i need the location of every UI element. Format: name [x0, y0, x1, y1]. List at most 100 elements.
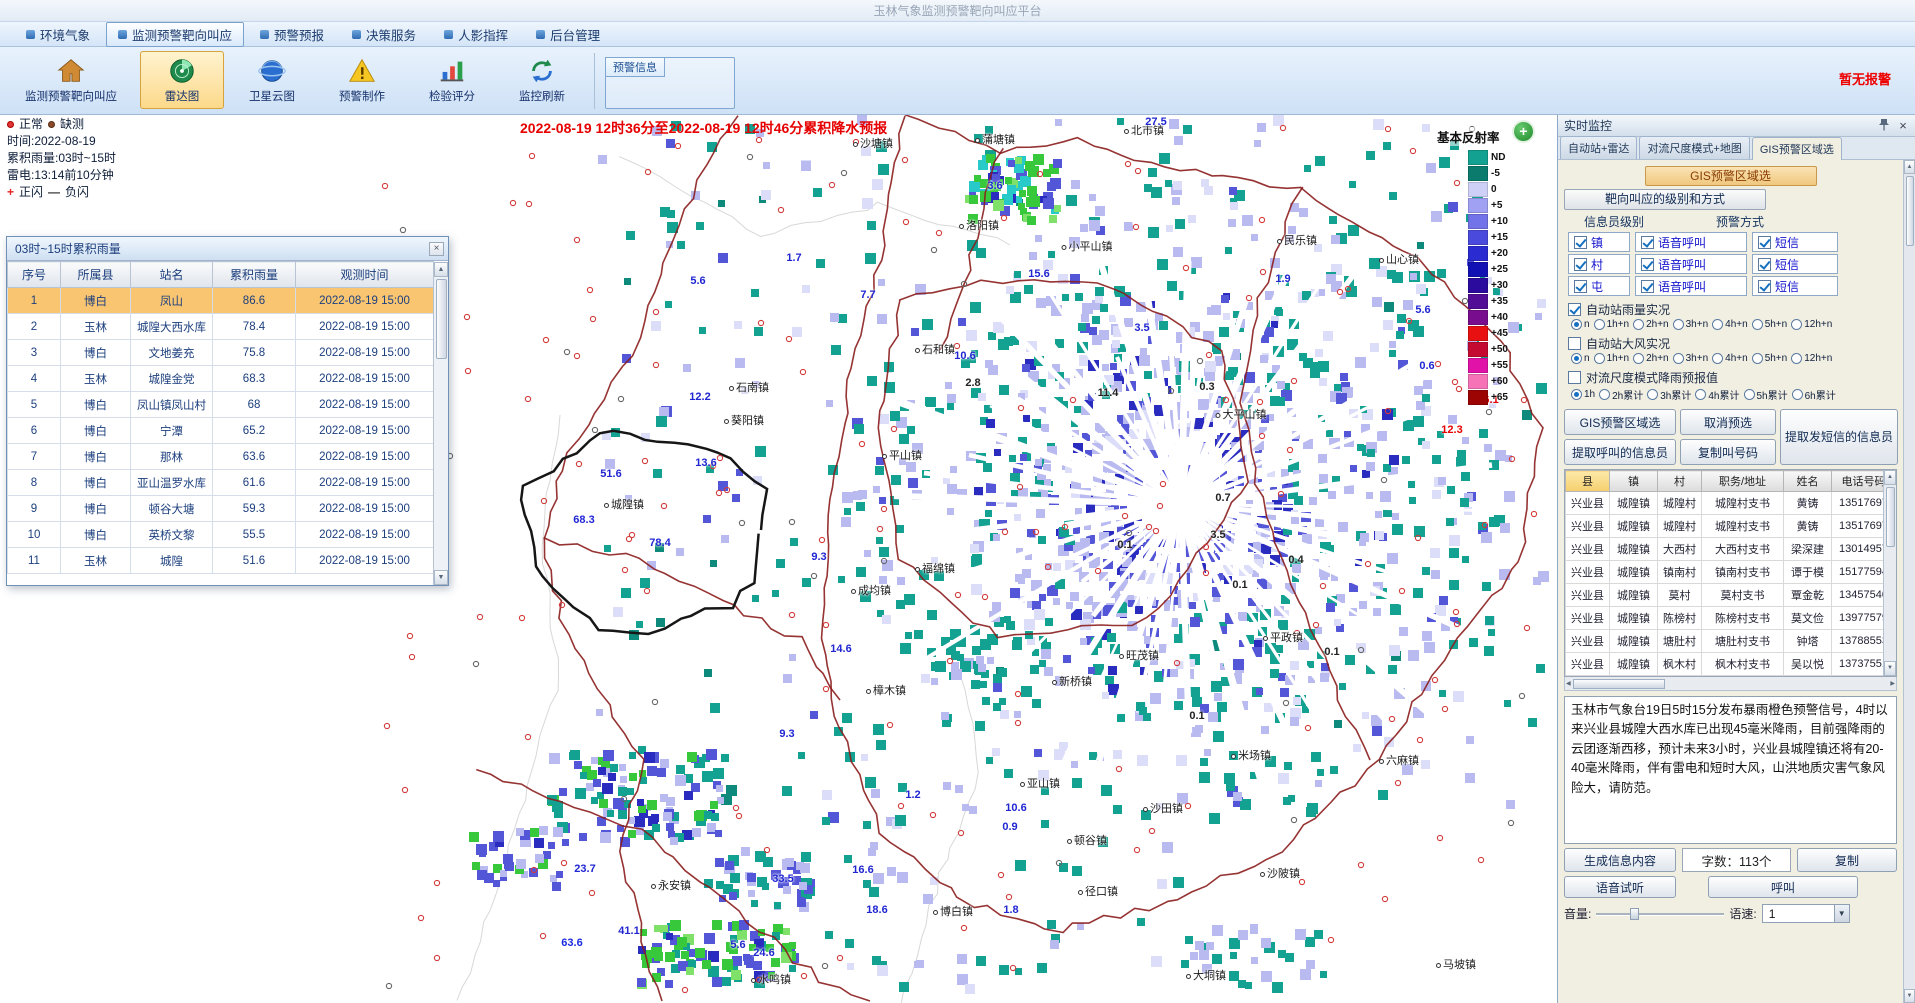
scroll-down-icon[interactable]: ▼	[434, 570, 448, 585]
extract-call-contacts-button[interactable]: 提取呼叫的信息员	[1564, 439, 1676, 465]
radio-icon[interactable]	[1752, 319, 1763, 330]
level-checkbox-1[interactable]: 村	[1568, 254, 1630, 274]
map-area[interactable]: 2022-08-19 12时36分至2022-08-19 12时46分累积降水预…	[0, 115, 1557, 1003]
panel-tab-1[interactable]: 对流尺度模式+地图	[1639, 136, 1749, 159]
voice-call-checkbox-1[interactable]: 语音呼叫	[1635, 254, 1747, 274]
rain-table-window[interactable]: 03时~15时累积雨量 × 序号所属县站名累积雨量观测时间1博白凤山86.620…	[6, 236, 449, 586]
panel-tab-0[interactable]: 自动站+雷达	[1560, 136, 1637, 159]
contacts-table-container[interactable]: 县镇村职务/地址姓名电话号码兴业县城隍镇城隍村城隍村支书黄铸13517697兴业…	[1564, 469, 1897, 677]
radio-icon[interactable]	[1571, 353, 1582, 364]
table-row[interactable]: 7博白那林63.62022-08-19 15:00	[8, 444, 434, 470]
contact-row[interactable]: 兴业县城隍镇大西村大西村支书梁深建13014957	[1566, 538, 1896, 561]
level-checkbox-0[interactable]: 镇	[1568, 232, 1630, 252]
checkbox-icon[interactable]	[1568, 337, 1581, 350]
toolbar-button-5[interactable]: 监控刷新	[500, 51, 584, 109]
radio-icon[interactable]	[1673, 319, 1684, 330]
checkbox-icon[interactable]	[1574, 236, 1587, 249]
contacts-table[interactable]: 县镇村职务/地址姓名电话号码兴业县城隍镇城隍村城隍村支书黄铸13517697兴业…	[1565, 470, 1896, 676]
model-period-option-3[interactable]: 4h累计	[1695, 387, 1739, 402]
map-zoom-button[interactable]	[1512, 120, 1535, 143]
extract-sms-contacts-button[interactable]: 提取发短信的信息员	[1780, 409, 1898, 465]
checkbox-icon[interactable]	[1758, 280, 1771, 293]
contact-row[interactable]: 兴业县城隍镇镇南村镇南村支书谭于模15177594	[1566, 561, 1896, 584]
wind-period-option-3[interactable]: 3h+n	[1673, 353, 1709, 364]
menu-item-4[interactable]: 人影指挥	[432, 22, 520, 47]
speed-select[interactable]: 1▼	[1762, 904, 1850, 923]
radio-icon[interactable]	[1792, 389, 1803, 400]
rain-period-option-4[interactable]: 4h+n	[1712, 319, 1748, 330]
close-icon[interactable]: ×	[429, 242, 444, 256]
contact-row[interactable]: 兴业县城隍镇枫木村枫木村支书吴以悦13737551	[1566, 653, 1896, 676]
rain-period-option-2[interactable]: 2h+n	[1633, 319, 1669, 330]
radio-icon[interactable]	[1712, 319, 1723, 330]
model-forecast-checkbox[interactable]: 对流尺度模式降雨预报值	[1568, 369, 1899, 385]
generate-message-button[interactable]: 生成信息内容	[1564, 848, 1676, 872]
rain-period-option-6[interactable]: 12h+n	[1791, 319, 1832, 330]
panel-tab-2[interactable]: GIS预警区域选	[1752, 137, 1842, 160]
gis-select-button[interactable]: GIS预警区域选	[1564, 409, 1676, 435]
copy-number-button[interactable]: 复制叫号码	[1680, 439, 1776, 465]
rain-period-option-5[interactable]: 5h+n	[1752, 319, 1788, 330]
model-period-option-1[interactable]: 2h累计	[1599, 387, 1643, 402]
checkbox-icon[interactable]	[1574, 258, 1587, 271]
contact-row[interactable]: 兴业县城隍镇陈榜村陈榜村支书莫文俭13977579	[1566, 607, 1896, 630]
panel-scrollbar[interactable]: ▲ ▼	[1903, 160, 1915, 1003]
contact-row[interactable]: 兴业县城隍镇城隍村城隍村支书黄铸13517697	[1566, 515, 1896, 538]
chevron-down-icon[interactable]: ▼	[1834, 905, 1849, 922]
checkbox-icon[interactable]	[1568, 303, 1581, 316]
gis-region-select-header[interactable]: GIS预警区域选	[1645, 166, 1817, 186]
warning-message-text[interactable]: 玉林市气象台19日5时15分发布暴雨橙色预警信号，4时以来兴业县城隍大西水库已出…	[1564, 696, 1897, 844]
model-period-option-4[interactable]: 5h累计	[1744, 387, 1788, 402]
close-icon[interactable]: ×	[1897, 118, 1909, 133]
toolbar-button-1[interactable]: 雷达图	[140, 51, 224, 109]
toolbar-button-2[interactable]: 卫星云图	[230, 51, 314, 109]
scroll-thumb[interactable]	[1573, 679, 1665, 689]
radio-icon[interactable]	[1791, 353, 1802, 364]
rain-period-option-0[interactable]: n	[1571, 319, 1590, 330]
radio-icon[interactable]	[1647, 389, 1658, 400]
voice-call-checkbox-2[interactable]: 语音呼叫	[1635, 276, 1747, 296]
table-row[interactable]: 1博白凤山86.62022-08-19 15:00	[8, 288, 434, 314]
menu-item-2[interactable]: 预警预报	[248, 22, 336, 47]
wind-period-option-1[interactable]: 1h+n	[1594, 353, 1630, 364]
radio-icon[interactable]	[1633, 319, 1644, 330]
table-row[interactable]: 3博白文地姜充75.82022-08-19 15:00	[8, 340, 434, 366]
table-row[interactable]: 8博白亚山温罗水库61.62022-08-19 15:00	[8, 470, 434, 496]
radio-icon[interactable]	[1571, 319, 1582, 330]
table-row[interactable]: 4玉林城隍金党68.32022-08-19 15:00	[8, 366, 434, 392]
auto-station-wind-checkbox[interactable]: 自动站大风实况	[1568, 335, 1899, 351]
radio-icon[interactable]	[1752, 353, 1763, 364]
scroll-up-icon[interactable]: ▲	[1884, 470, 1896, 485]
scroll-thumb[interactable]	[1886, 487, 1895, 547]
call-button[interactable]: 呼叫	[1708, 876, 1858, 898]
scroll-up-icon[interactable]: ▲	[434, 262, 448, 277]
model-period-option-0[interactable]: 1h	[1571, 389, 1595, 400]
table-row[interactable]: 6博白宁潭65.22022-08-19 15:00	[8, 418, 434, 444]
sms-checkbox-1[interactable]: 短信	[1752, 254, 1838, 274]
cancel-preselect-button[interactable]: 取消预选	[1680, 409, 1776, 435]
radio-icon[interactable]	[1571, 389, 1582, 400]
radio-icon[interactable]	[1594, 353, 1605, 364]
rain-period-option-3[interactable]: 3h+n	[1673, 319, 1709, 330]
checkbox-icon[interactable]	[1641, 236, 1654, 249]
wind-period-option-4[interactable]: 4h+n	[1712, 353, 1748, 364]
radio-icon[interactable]	[1791, 319, 1802, 330]
rain-table-scrollbar[interactable]: ▲ ▼	[433, 262, 448, 585]
table-row[interactable]: 11玉林城隍51.62022-08-19 15:00	[8, 548, 434, 574]
radio-icon[interactable]	[1599, 389, 1610, 400]
scroll-right-icon[interactable]: ▶	[1890, 680, 1895, 687]
table-row[interactable]: 5博白凤山镇凤山村682022-08-19 15:00	[8, 392, 434, 418]
contact-row[interactable]: 兴业县城隍镇塘肚村塘肚村支书钟塔13788553	[1566, 630, 1896, 653]
table-row[interactable]: 9博白顿谷大塘59.32022-08-19 15:00	[8, 496, 434, 522]
model-period-option-5[interactable]: 6h累计	[1792, 387, 1836, 402]
scroll-left-icon[interactable]: ◀	[1566, 680, 1571, 687]
radio-icon[interactable]	[1673, 353, 1684, 364]
toolbar-button-4[interactable]: 检验评分	[410, 51, 494, 109]
contacts-vertical-scrollbar[interactable]: ▲ ▼	[1883, 470, 1896, 676]
menu-item-0[interactable]: 环境气象	[14, 22, 102, 47]
checkbox-icon[interactable]	[1758, 236, 1771, 249]
radio-icon[interactable]	[1712, 353, 1723, 364]
wind-period-option-2[interactable]: 2h+n	[1633, 353, 1669, 364]
checkbox-icon[interactable]	[1574, 280, 1587, 293]
radio-icon[interactable]	[1633, 353, 1644, 364]
